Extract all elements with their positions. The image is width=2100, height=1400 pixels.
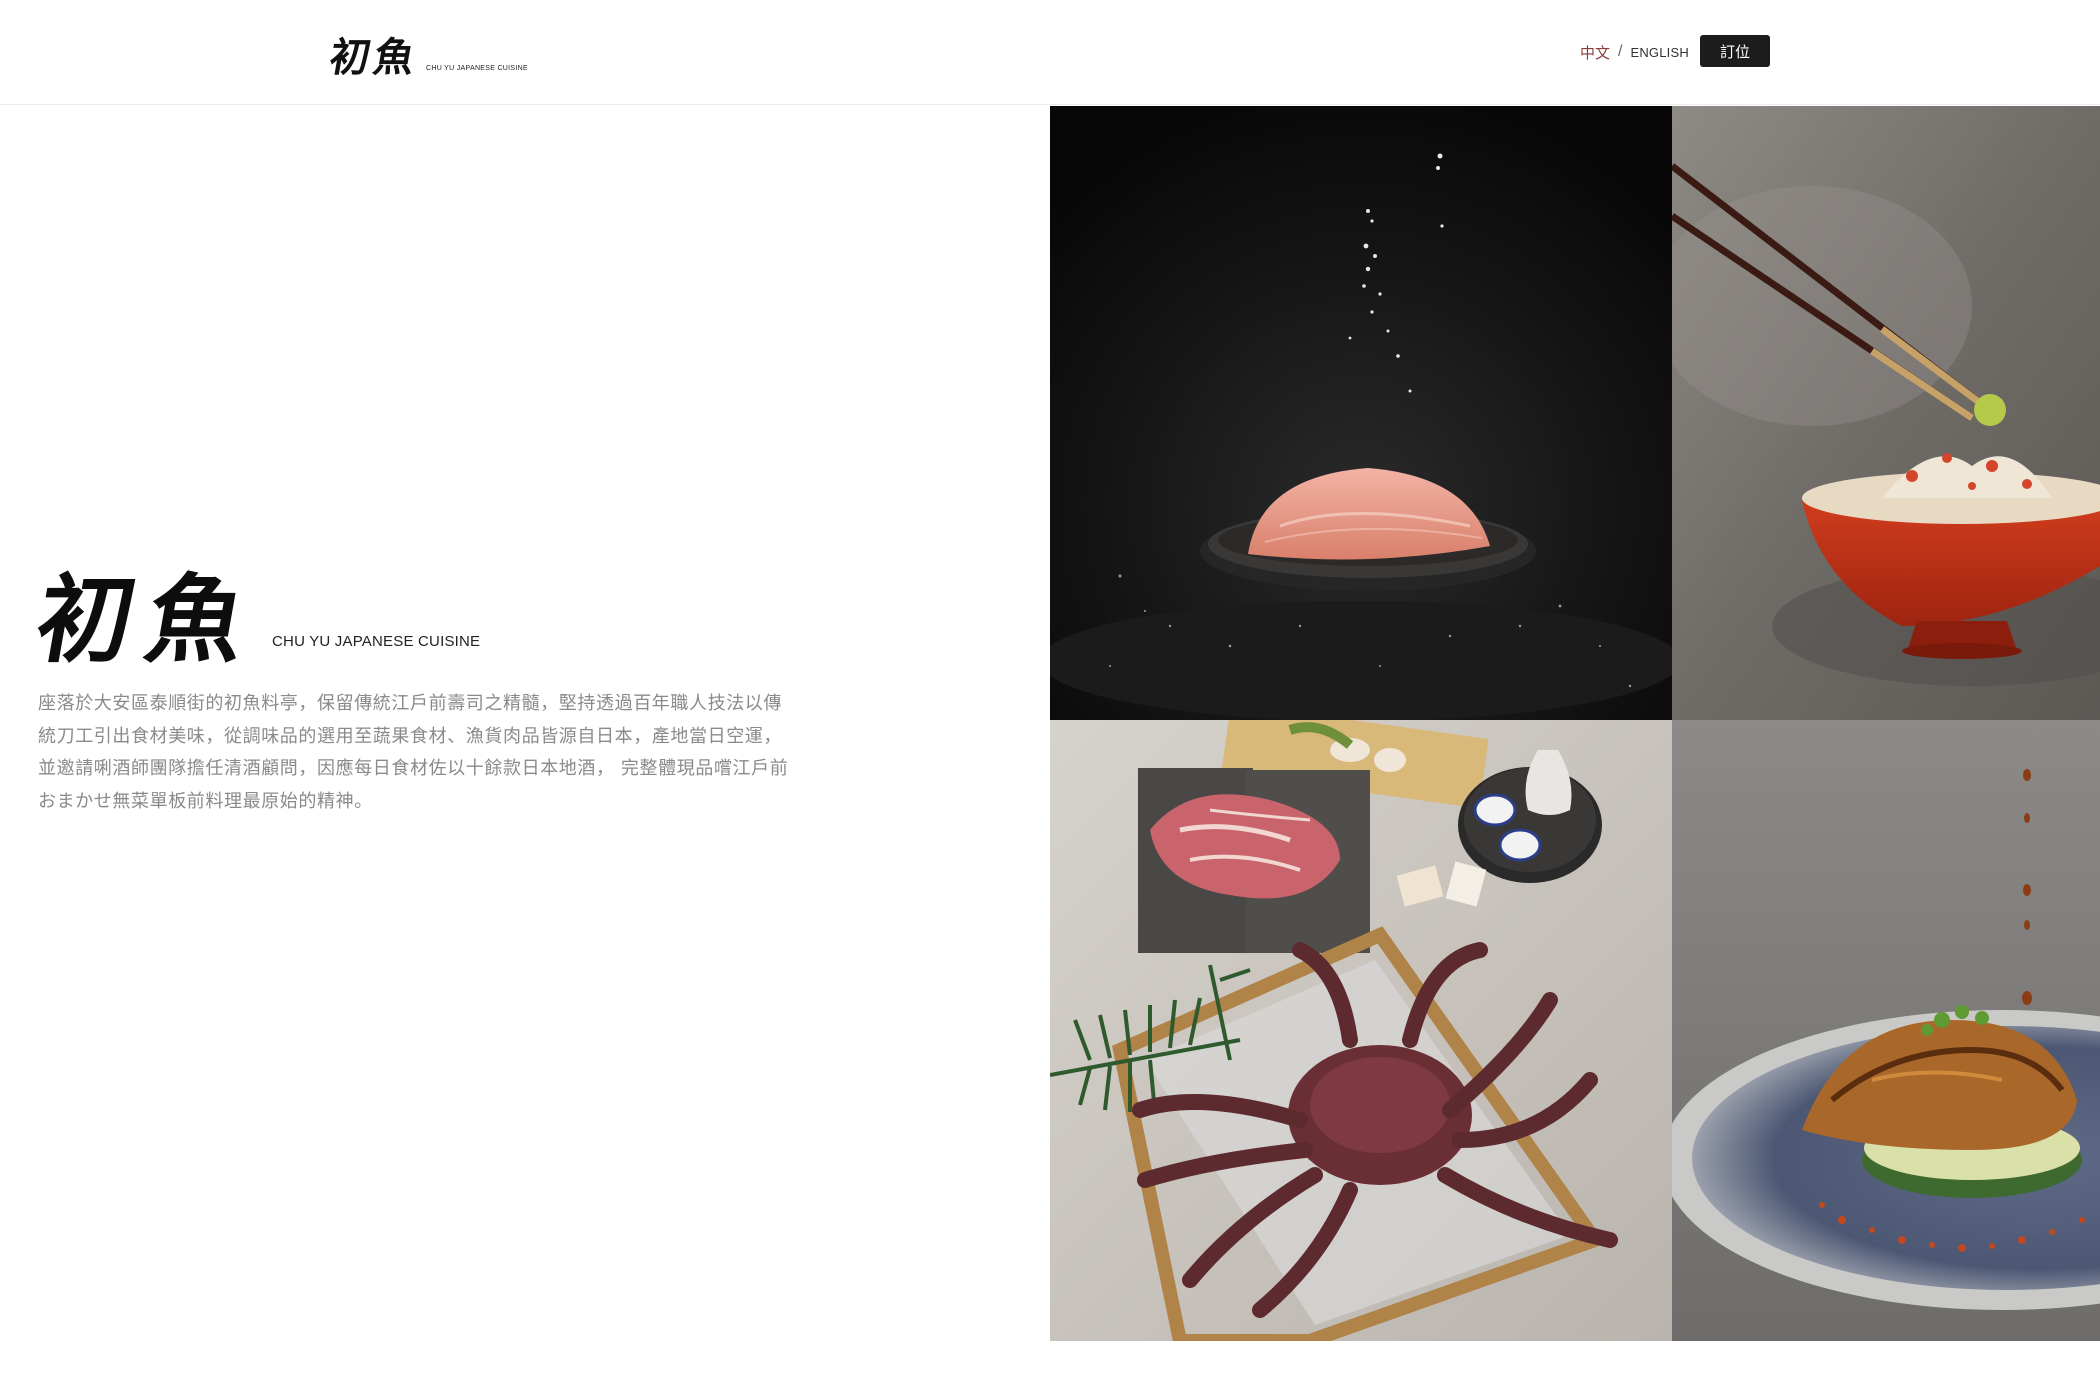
site-header: 初魚 CHU YU JAPANESE CUISINE 中文 / ENGLISH … [0, 0, 2100, 105]
lang-english-link[interactable]: ENGLISH [1630, 45, 1688, 60]
reserve-button[interactable]: 訂位 [1700, 35, 1770, 67]
intro-description-line: 統刀工引出食材美味，從調味品的選用至蔬果食材、漁貨肉品皆源自日本，產地當日空運， [38, 725, 782, 747]
wagyu-crab-photo [1050, 720, 1672, 1341]
glazed-dish-image [1672, 720, 2100, 1341]
intro-description-line: おまかせ無菜單板前料理最原始的精神。 [38, 790, 373, 812]
crab-bowl-image [1672, 106, 2100, 720]
language-switch: 中文 / ENGLISH [1580, 40, 1689, 64]
sushi-photo [1050, 106, 1672, 720]
header-logo-subtitle: CHU YU JAPANESE CUISINE [426, 65, 528, 72]
intro-logo: 初魚 CHU YU JAPANESE CUISINE [28, 548, 481, 676]
lang-chinese-link[interactable]: 中文 [1580, 42, 1610, 63]
lang-separator: / [1618, 43, 1623, 60]
photo-gallery [1050, 106, 2100, 1341]
intro-description-line: 座落於大安區泰順街的初魚料亭，保留傳統江戶前壽司之精髓，堅持透過百年職人技法以傳 [38, 693, 782, 714]
crab-bowl-photo [1672, 106, 2100, 720]
header-logo[interactable]: 初魚 CHU YU JAPANESE CUISINE [326, 24, 528, 81]
intro-logo-subtitle: CHU YU JAPANESE CUISINE [272, 633, 481, 650]
glazed-dish-photo [1672, 720, 2100, 1341]
intro-logo-kanji: 初魚 [28, 563, 269, 676]
wagyu-crab-image [1050, 720, 1672, 1341]
intro-description-line: 並邀請唎酒師團隊擔任清酒顧問，因應每日食材佐以十餘款日本地酒， 完整體現品嚐江戶… [38, 758, 789, 779]
header-logo-kanji: 初魚 [325, 34, 423, 81]
sushi-image [1050, 106, 1672, 720]
intro-description: 座落於大安區泰順街的初魚料亭，保留傳統江戶前壽司之精髓，堅持透過百年職人技法以傳… [38, 688, 789, 818]
